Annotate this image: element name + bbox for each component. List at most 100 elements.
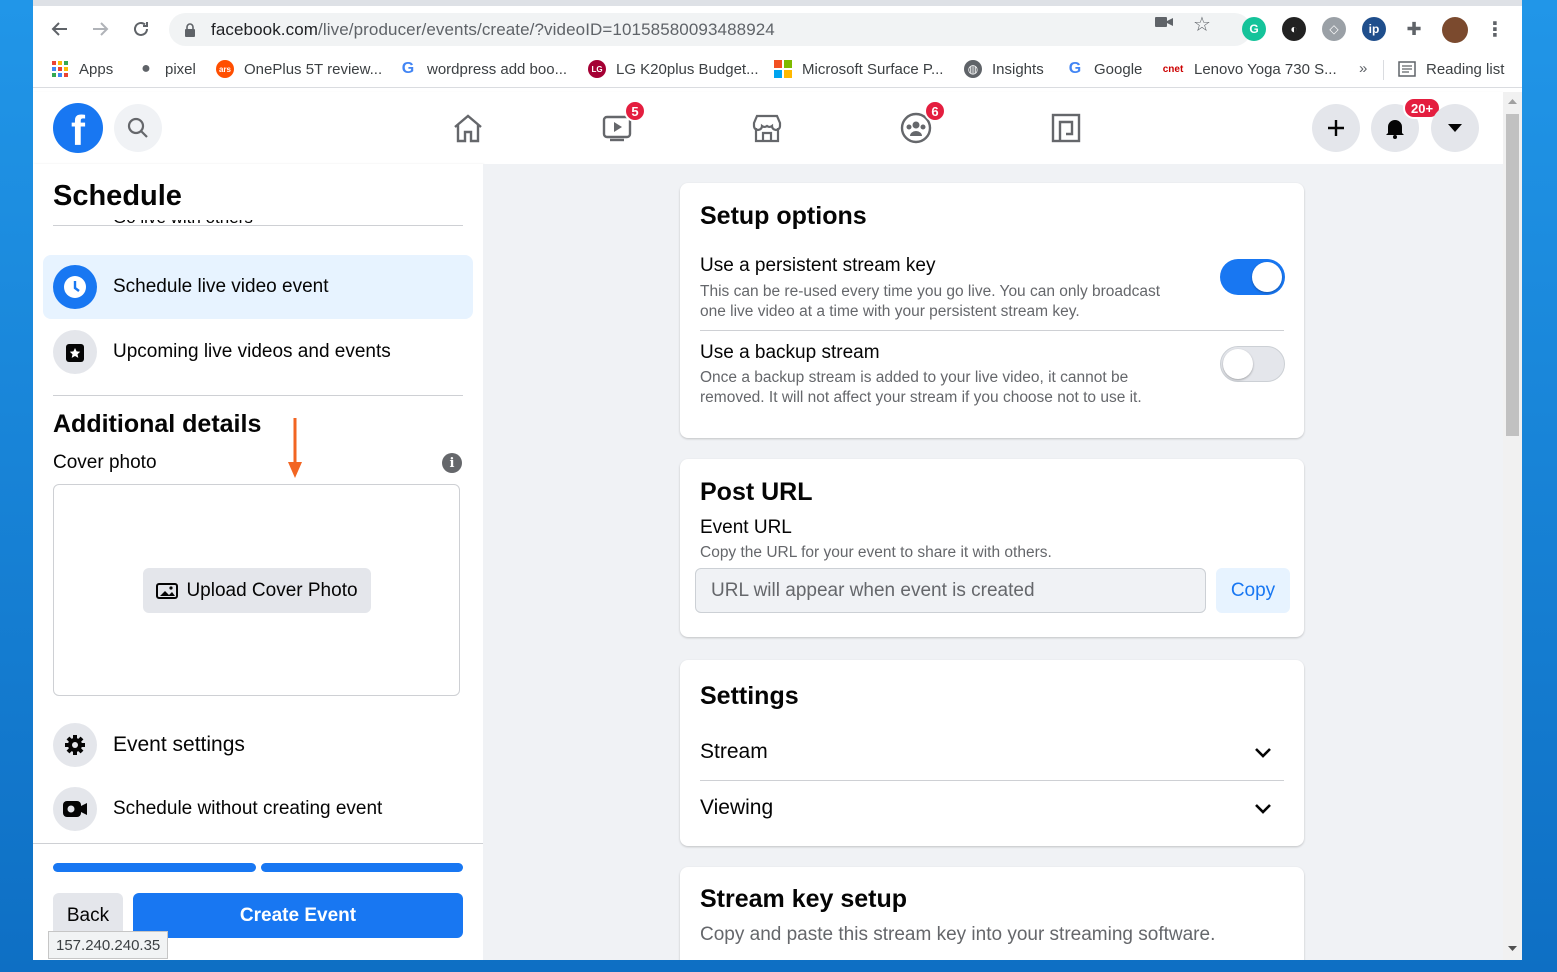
divider: [53, 395, 463, 396]
settings-row-stream[interactable]: Stream: [700, 740, 768, 764]
setup-options-card: Setup options Use a persistent stream ke…: [680, 183, 1304, 438]
clock-icon: [53, 265, 97, 309]
sidebar-item-label: Event settings: [113, 733, 245, 756]
bell-icon: [1386, 120, 1404, 139]
progress-step-2: [261, 863, 463, 872]
account-menu-button[interactable]: [1431, 104, 1479, 152]
bookmark-label: Insights: [992, 60, 1044, 78]
bookmark-label: wordpress add boo...: [427, 60, 568, 78]
nav-home[interactable]: [450, 110, 486, 146]
profile-avatar[interactable]: [1442, 17, 1468, 43]
reading-list-label: Reading list: [1426, 60, 1505, 78]
upload-cover-photo-button[interactable]: Upload Cover Photo: [143, 568, 371, 613]
bookmark-wordpress[interactable]: G wordpress add boo...: [399, 60, 567, 78]
sidebar-item-schedule-without-event[interactable]: Schedule without creating event: [43, 777, 473, 841]
google-icon: G: [1068, 60, 1082, 77]
bookmark-lenovo[interactable]: cnet Lenovo Yoga 730 S...: [1162, 60, 1337, 78]
lg-icon: LG: [588, 60, 606, 78]
bookmark-label: Lenovo Yoga 730 S...: [1194, 60, 1337, 78]
extension-norton-icon[interactable]: ◐: [1282, 17, 1306, 41]
bookmarks-more-button[interactable]: »: [1359, 60, 1367, 77]
browser-toolbar: facebook.com/live/producer/events/create…: [33, 6, 1522, 52]
scroll-up-icon[interactable]: [1503, 94, 1522, 110]
cover-photo-dropzone[interactable]: Upload Cover Photo: [53, 484, 460, 696]
reading-list-icon: [1398, 60, 1416, 78]
bookmark-insights[interactable]: ◍ Insights: [964, 60, 1044, 78]
more-chevron-icon: »: [1359, 60, 1368, 77]
chevron-down-icon[interactable]: [1254, 803, 1272, 815]
cnet-icon: cnet: [1162, 63, 1184, 75]
sidebar-item-label: Schedule without creating event: [113, 798, 383, 819]
ip-extension-icon[interactable]: ip: [1362, 17, 1386, 41]
groups-badge: 6: [924, 100, 946, 122]
search-button[interactable]: [114, 104, 162, 152]
gear-icon: [53, 723, 97, 767]
chevron-down-icon[interactable]: [1254, 747, 1272, 759]
bookmark-oneplus[interactable]: ars OnePlus 5T review...: [216, 60, 382, 78]
grammarly-icon[interactable]: G: [1242, 17, 1266, 41]
calendar-star-icon: [53, 330, 97, 374]
upload-label: Upload Cover Photo: [186, 579, 358, 601]
settings-card: Settings Stream Viewing: [680, 660, 1304, 846]
divider: [700, 330, 1284, 331]
sidebar-item-event-settings[interactable]: Event settings: [43, 713, 473, 777]
facebook-logo[interactable]: f: [53, 103, 103, 153]
persistent-key-toggle[interactable]: [1220, 259, 1285, 295]
persistent-key-description: This can be re-used every time you go li…: [700, 283, 1161, 320]
event-url-field[interactable]: URL will appear when event is created: [695, 568, 1206, 613]
info-icon[interactable]: i: [442, 453, 462, 473]
nav-marketplace[interactable]: [749, 110, 785, 146]
toggle-knob: [1252, 262, 1282, 292]
sidebar-item-upcoming-live-videos[interactable]: Upcoming live videos and events: [43, 320, 473, 384]
bookmark-apps[interactable]: Apps: [51, 60, 113, 78]
copy-button[interactable]: Copy: [1216, 568, 1290, 613]
watch-badge: 5: [624, 100, 646, 122]
schedule-sidebar: Go live with others Schedule Schedule li…: [33, 164, 483, 960]
stream-key-setup-card: Stream key setup Copy and paste this str…: [680, 867, 1304, 960]
address-bar[interactable]: facebook.com/live/producer/events/create…: [169, 13, 1251, 46]
nav-gaming[interactable]: [1048, 110, 1084, 146]
lock-icon: [185, 22, 195, 37]
back-arrow-icon[interactable]: [45, 14, 75, 44]
reload-icon[interactable]: [126, 14, 156, 44]
shield-icon[interactable]: ◇: [1322, 17, 1346, 41]
card-title: Post URL: [700, 478, 813, 506]
post-url-card: Post URL Event URL Copy the URL for your…: [680, 459, 1304, 637]
persistent-key-title: Use a persistent stream key: [700, 255, 936, 276]
sidebar-item-schedule-live-video-event[interactable]: Schedule live video event: [43, 255, 473, 319]
microsoft-icon: [774, 60, 792, 78]
ars-icon: ars: [216, 60, 234, 78]
scrollbar-thumb[interactable]: [1506, 114, 1519, 436]
logo-letter: f: [71, 107, 85, 153]
home-icon: [454, 114, 482, 143]
create-event-button[interactable]: Create Event: [133, 893, 463, 938]
bookmark-label: LG K20plus Budget...: [616, 60, 759, 78]
bookmarks-separator: [1383, 60, 1384, 80]
bookmark-pixel[interactable]: ● pixel: [137, 60, 196, 78]
event-url-label: Event URL: [700, 517, 792, 538]
globe-icon: ◍: [964, 60, 982, 78]
bookmark-microsoft[interactable]: Microsoft Surface P...: [774, 60, 943, 78]
page-scrollbar[interactable]: [1503, 92, 1522, 960]
facebook-header: f 5 6 20+: [33, 92, 1503, 164]
reading-list-button[interactable]: Reading list: [1398, 60, 1504, 78]
apple-icon: ●: [141, 60, 151, 77]
sidebar-title: Schedule: [53, 180, 182, 212]
scroll-down-icon[interactable]: [1503, 940, 1522, 956]
video-camera-icon: [53, 787, 97, 831]
divider: [53, 225, 463, 226]
apps-grid-icon: [51, 60, 69, 78]
bookmark-star-icon[interactable]: ☆: [1193, 12, 1211, 37]
bookmark-lg[interactable]: LG LG K20plus Budget...: [588, 60, 759, 78]
card-title: Setup options: [700, 202, 867, 230]
kebab-menu-icon[interactable]: ⋮: [1483, 17, 1507, 41]
stream-key-description: Copy and paste this stream key into your…: [700, 924, 1216, 945]
puzzle-icon[interactable]: ✚: [1402, 17, 1426, 41]
forward-arrow-icon[interactable]: [85, 14, 115, 44]
backup-stream-toggle[interactable]: [1220, 346, 1285, 382]
bookmark-google[interactable]: G Google: [1066, 60, 1143, 78]
sidebar-item-label: Upcoming live videos and events: [113, 341, 391, 362]
settings-row-viewing[interactable]: Viewing: [700, 796, 773, 820]
camera-icon[interactable]: [1155, 14, 1173, 34]
create-button[interactable]: [1312, 104, 1360, 152]
